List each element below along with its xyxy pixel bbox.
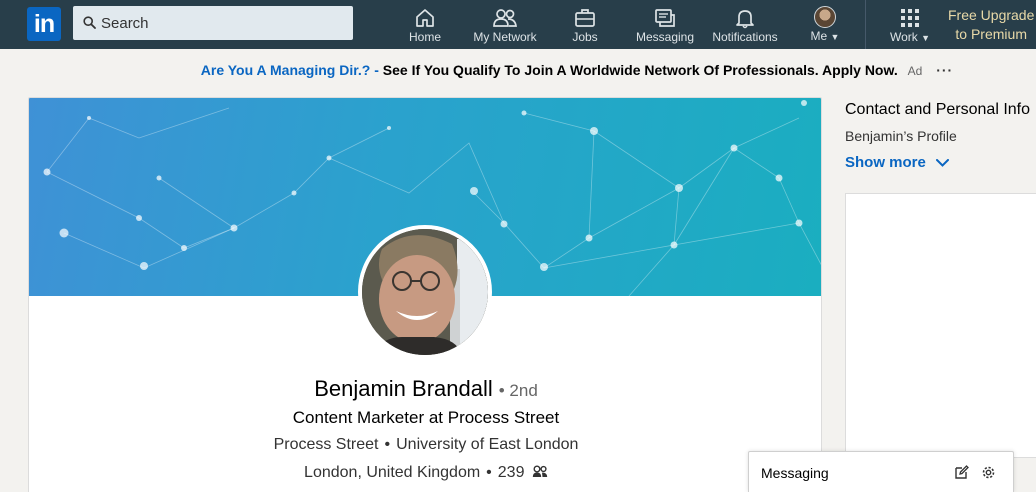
profile-photo[interactable] <box>358 225 492 359</box>
profile-name-row: Benjamin Brandall • 2nd <box>29 376 821 402</box>
nav-divider <box>865 0 866 49</box>
network-icon <box>493 9 517 27</box>
chevron-down-icon <box>936 159 950 167</box>
ad-label: Ad <box>907 64 923 78</box>
profile-location-row: London, United Kingdom • 239 <box>29 464 821 482</box>
nav-item-messaging[interactable]: Messaging <box>632 0 698 49</box>
nav-label: Notifications <box>712 30 778 44</box>
current-company-link[interactable]: Process Street <box>274 436 379 453</box>
ad-body-text[interactable]: See If You Qualify To Join A Worldwide N… <box>383 62 898 78</box>
gear-icon[interactable] <box>981 465 996 480</box>
nav-label: Work <box>889 30 918 44</box>
education-link[interactable]: University of East London <box>396 436 578 453</box>
briefcase-icon <box>575 9 595 27</box>
top-navigation-bar: in Home My Network Jobs <box>0 0 1036 49</box>
profile-card: Benjamin Brandall • 2nd Content Marketer … <box>28 97 822 492</box>
separator-dot: • <box>384 436 391 453</box>
premium-line-1: Free Upgrade <box>948 7 1035 23</box>
caret-down-icon: ▼ <box>921 33 931 43</box>
nav-label: Me <box>810 29 828 43</box>
nav-label: Jobs <box>572 30 598 44</box>
nav-label: My Network <box>473 30 537 44</box>
more-options-icon[interactable]: ··· <box>936 62 953 78</box>
home-icon <box>416 9 434 27</box>
premium-line-2: to Premium <box>955 26 1027 42</box>
connection-degree-badge: • 2nd <box>498 381 538 400</box>
search-input[interactable] <box>101 6 346 40</box>
search-box[interactable] <box>73 6 353 40</box>
contact-info-subtitle: Benjamin’s Profile <box>845 128 957 144</box>
compose-icon[interactable] <box>954 465 969 480</box>
linkedin-logo[interactable]: in <box>27 7 61 41</box>
avatar <box>814 6 836 28</box>
caret-down-icon: ▼ <box>830 32 840 42</box>
show-more-label: Show more <box>845 154 926 171</box>
nav-item-notifications[interactable]: Notifications <box>707 0 783 49</box>
connections-icon <box>532 465 548 477</box>
messaging-overlay-title: Messaging <box>761 465 829 481</box>
profile-headline: Content Marketer at Process Street <box>292 408 560 427</box>
premium-upgrade-link[interactable]: Free Upgrade to Premium <box>948 6 1034 44</box>
grid-icon <box>901 9 919 27</box>
bell-icon <box>736 10 754 29</box>
messaging-icon <box>655 9 675 27</box>
nav-item-jobs[interactable]: Jobs <box>565 0 605 49</box>
ad-link-text[interactable]: Are You A Managing Dir.? - <box>201 62 379 78</box>
nav-label: Messaging <box>635 30 695 44</box>
messaging-overlay-bar[interactable]: Messaging <box>748 451 1014 492</box>
contact-info-heading: Contact and Personal Info <box>845 101 1031 118</box>
profile-location: London, United Kingdom <box>304 464 481 481</box>
profile-name: Benjamin Brandall <box>314 376 493 401</box>
nav-item-home[interactable]: Home <box>400 0 450 49</box>
nav-item-work[interactable]: Work ▼ <box>885 0 935 49</box>
profile-company-education: Process Street • University of East London <box>29 436 821 454</box>
sponsored-ad-banner[interactable]: Are You A Managing Dir.? - See If You Qu… <box>0 62 1036 78</box>
nav-item-me[interactable]: Me ▼ <box>805 0 845 49</box>
separator-dot: • <box>486 464 492 481</box>
search-icon <box>83 16 96 29</box>
connections-count[interactable]: 239 <box>498 464 525 481</box>
right-sidebar-card <box>845 193 1036 458</box>
nav-label: Home <box>408 30 441 44</box>
show-more-button[interactable]: Show more <box>845 154 950 171</box>
nav-item-my-network[interactable]: My Network <box>467 0 543 49</box>
profile-photo-image <box>362 229 488 355</box>
